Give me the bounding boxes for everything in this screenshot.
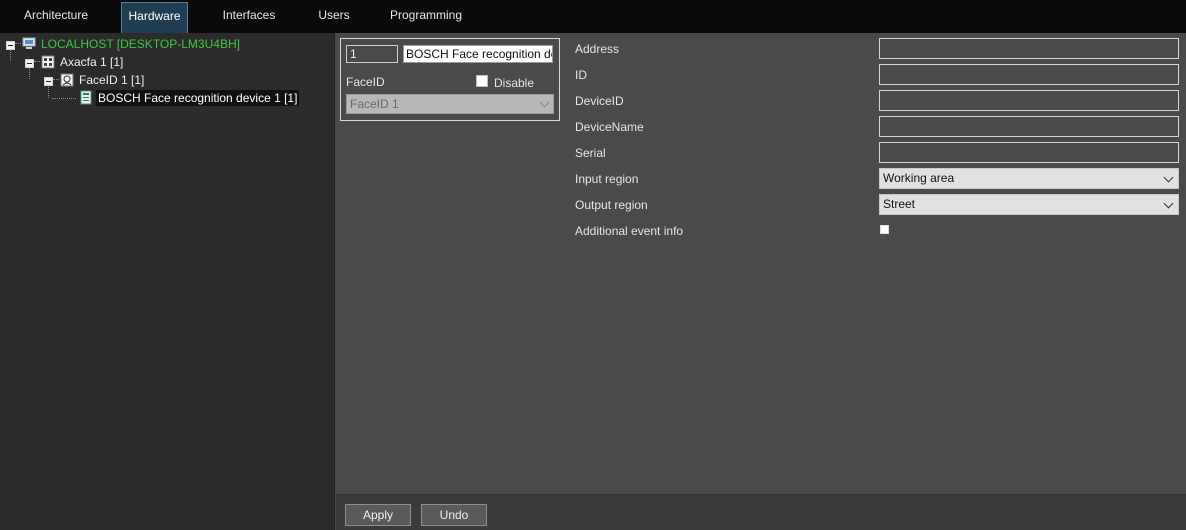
module-icon <box>41 55 55 73</box>
computer-icon <box>22 37 36 54</box>
collapse-icon[interactable] <box>6 41 15 50</box>
parent-label: FaceID <box>346 75 385 89</box>
object-id-input[interactable]: 1 <box>346 45 398 63</box>
chevron-down-icon <box>1163 172 1174 183</box>
tree-label-bosch-device: BOSCH Face recognition device 1 [1] <box>96 90 300 106</box>
device-id-field[interactable] <box>879 90 1179 111</box>
output-region-select[interactable]: Street <box>879 194 1179 215</box>
input-region-label: Input region <box>575 172 639 186</box>
output-region-value: Street <box>883 197 916 211</box>
settings-panel: 1 BOSCH Face recognition device 1 FaceID… <box>336 33 1186 494</box>
disable-checkbox[interactable] <box>476 75 488 87</box>
chevron-down-icon <box>1163 198 1174 209</box>
tab-architecture[interactable]: Architecture <box>14 2 98 33</box>
tab-interfaces[interactable]: Interfaces <box>214 2 284 33</box>
undo-button[interactable]: Undo <box>421 504 487 526</box>
apply-button[interactable]: Apply <box>345 504 411 526</box>
device-id-label: DeviceID <box>575 94 624 108</box>
device-name-label: DeviceName <box>575 120 644 134</box>
collapse-icon[interactable] <box>25 59 34 68</box>
hardware-tree: LOCALHOST [DESKTOP-LM3U4BH] Axacfa 1 [1]… <box>0 33 335 530</box>
tab-programming[interactable]: Programming <box>384 2 468 33</box>
serial-label: Serial <box>575 146 606 160</box>
tree-node-faceid[interactable]: FaceID 1 [1] <box>0 72 335 88</box>
tree-label-faceid: FaceID 1 [1] <box>79 73 145 87</box>
parent-select-value: FaceID 1 <box>350 97 399 111</box>
tab-hardware[interactable]: Hardware <box>121 2 188 33</box>
address-label: Address <box>575 42 620 56</box>
tree-label-axacfa: Axacfa 1 [1] <box>60 55 124 69</box>
additional-event-info-label: Additional event info <box>575 224 684 238</box>
tree-node-localhost[interactable]: LOCALHOST [DESKTOP-LM3U4BH] <box>0 36 335 52</box>
face-recognition-icon <box>60 73 74 91</box>
serial-field[interactable] <box>879 142 1179 163</box>
device-name-field[interactable] <box>879 116 1179 137</box>
input-region-value: Working area <box>883 171 955 185</box>
tree-node-bosch-device[interactable]: BOSCH Face recognition device 1 [1] <box>0 90 335 106</box>
chevron-down-icon <box>539 97 550 108</box>
device-icon <box>79 90 93 109</box>
action-bar: Apply Undo <box>336 494 1186 530</box>
collapse-icon[interactable] <box>44 77 53 86</box>
additional-event-info-checkbox[interactable] <box>880 225 889 234</box>
disable-label: Disable <box>494 76 535 90</box>
object-card: 1 BOSCH Face recognition device 1 FaceID… <box>340 38 560 121</box>
tree-label-host: LOCALHOST [DESKTOP-LM3U4BH] <box>41 37 240 51</box>
object-name-input[interactable]: BOSCH Face recognition device 1 <box>403 45 553 63</box>
main-tab-bar: Architecture Hardware Interfaces Users P… <box>0 0 1186 33</box>
output-region-label: Output region <box>575 198 648 212</box>
tree-node-axacfa[interactable]: Axacfa 1 [1] <box>0 54 335 70</box>
tab-users[interactable]: Users <box>309 2 359 33</box>
id-field[interactable] <box>879 64 1179 85</box>
address-field[interactable] <box>879 38 1179 59</box>
parent-select[interactable]: FaceID 1 <box>346 94 554 114</box>
input-region-select[interactable]: Working area <box>879 168 1179 189</box>
id-label: ID <box>575 68 587 82</box>
